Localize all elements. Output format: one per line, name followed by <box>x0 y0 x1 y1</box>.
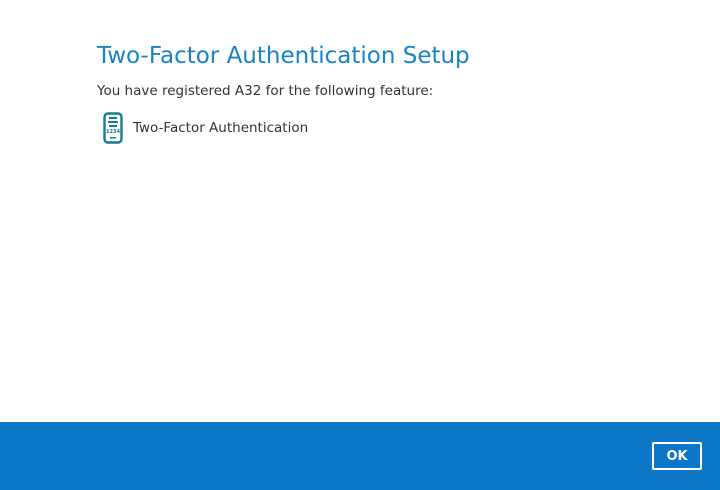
page-title: Two-Factor Authentication Setup <box>97 43 470 69</box>
registered-feature-item: 1234 Two-Factor Authentication <box>103 112 308 144</box>
feature-label: Two-Factor Authentication <box>133 120 309 136</box>
phone-passcode-icon: 1234 <box>103 112 123 144</box>
footer-bar: OK <box>0 422 720 490</box>
passcode-digits: 1234 <box>106 129 120 135</box>
registration-message: You have registered A32 for the followin… <box>97 83 434 99</box>
ok-button[interactable]: OK <box>652 442 702 470</box>
